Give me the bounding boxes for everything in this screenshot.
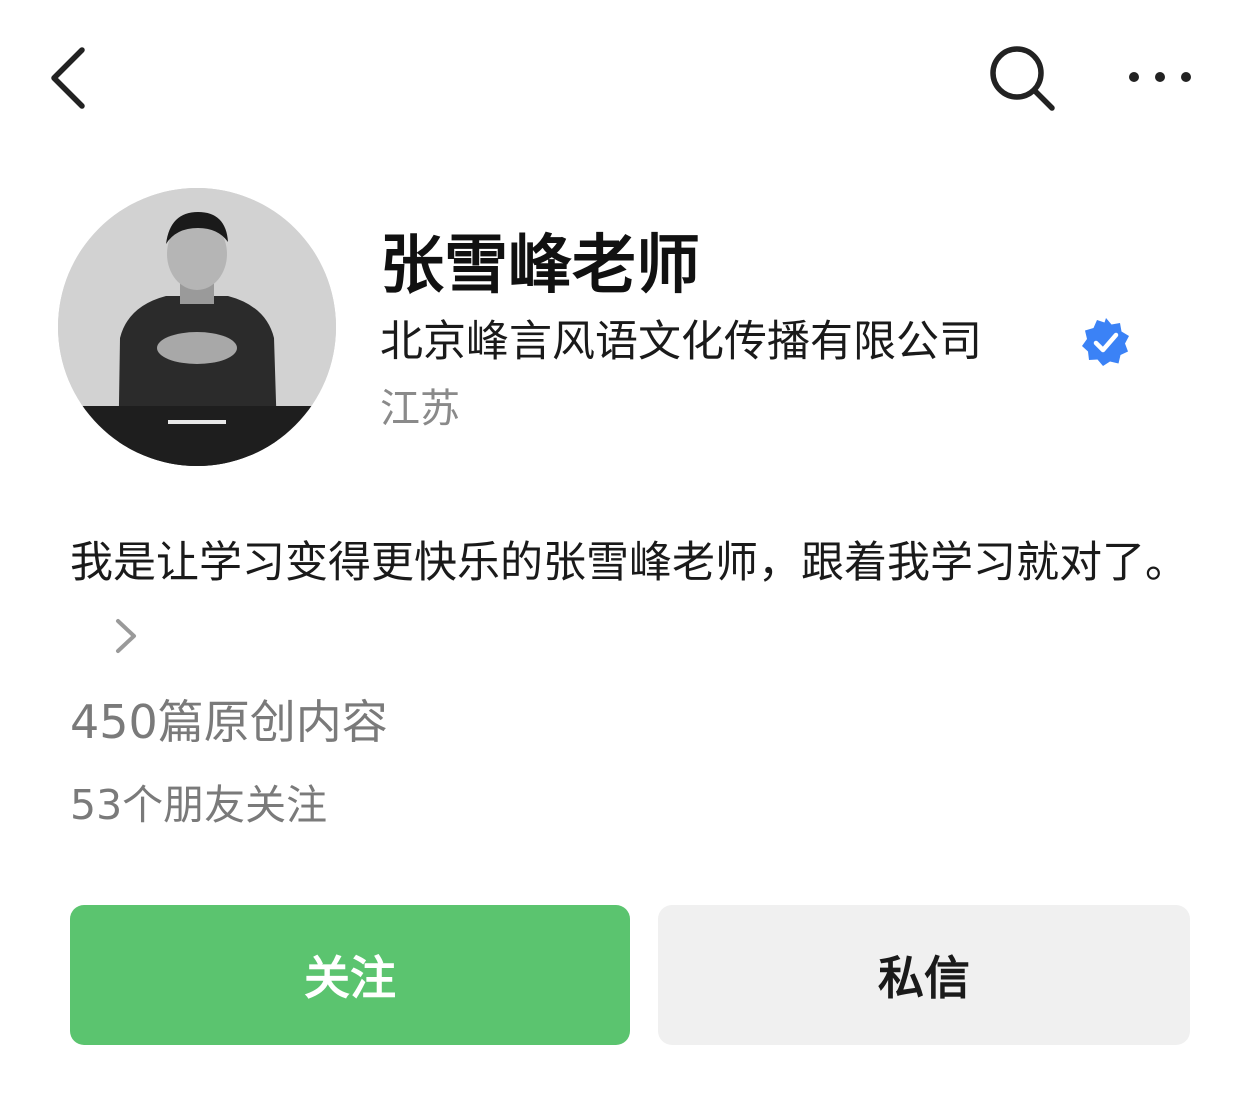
follow-button[interactable]: 关注 [70,905,630,1045]
avatar-image [58,188,336,466]
friends-following[interactable]: 53个朋友关注 [70,775,327,835]
search-icon[interactable] [984,40,1060,116]
bio-content: 我是让学习变得更快乐的张雪峰老师，跟着我学习就对了。 [70,538,1188,588]
message-button[interactable]: 私信 [658,905,1190,1045]
avatar[interactable] [58,188,336,466]
follow-button-label: 关注 [304,951,396,1005]
verified-badge-icon [1082,318,1129,366]
organization-name[interactable]: 北京峰言风语文化传播有限公司 [380,312,982,372]
profile-name: 张雪峰老师 [380,229,700,303]
more-icon[interactable] [1122,52,1202,102]
message-button-label: 私信 [878,951,970,1005]
chevron-right-icon[interactable] [110,613,140,659]
region-label: 江苏 [380,386,460,432]
original-count[interactable]: 450篇原创内容 [70,690,388,754]
bio-text[interactable]: 我是让学习变得更快乐的张雪峰老师，跟着我学习就对了。 [70,528,1200,668]
back-icon[interactable] [40,40,100,116]
